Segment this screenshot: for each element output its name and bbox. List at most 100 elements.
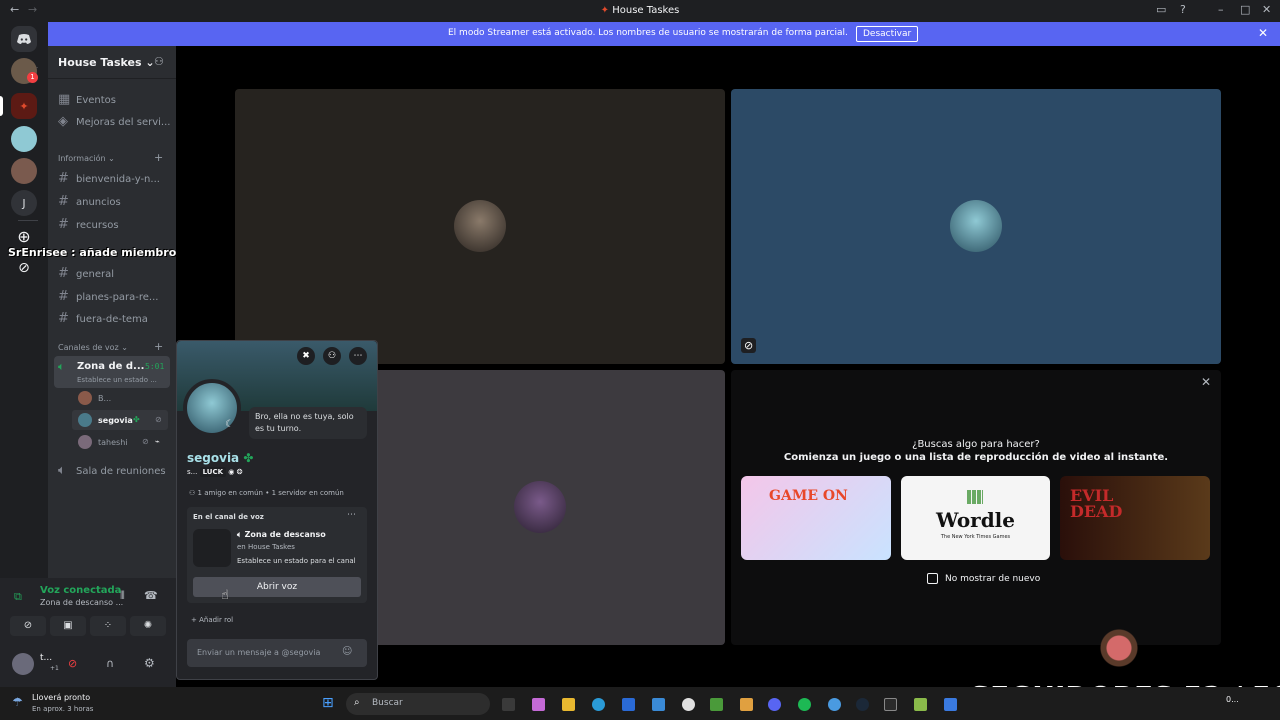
file-explorer-icon[interactable] bbox=[562, 698, 575, 711]
weather-title[interactable]: Lloverá pronto bbox=[32, 693, 90, 702]
soundboard-icon[interactable]: ✺ bbox=[130, 616, 166, 636]
badge-icons: ◉ ❂ bbox=[228, 468, 243, 476]
emoji-icon[interactable]: ☺ bbox=[342, 646, 352, 657]
message-placeholder: Enviar un mensaje a @segovia bbox=[197, 648, 321, 657]
title-bar: ← → ✦ House Taskes ▭ ? – □ ✕ bbox=[0, 0, 1280, 22]
streamer-mode-banner: El modo Streamer está activado. Los nomb… bbox=[48, 22, 1280, 46]
add-role-button[interactable]: + Añadir rol bbox=[191, 616, 233, 624]
join-voice-button[interactable]: Abrir voz bbox=[193, 577, 361, 597]
mic-muted-icon[interactable]: ⊘ bbox=[68, 657, 77, 670]
copilot-icon[interactable] bbox=[532, 698, 545, 711]
channel-recursos[interactable]: # recursos bbox=[58, 217, 119, 232]
events-item[interactable]: ▦ Eventos bbox=[58, 92, 116, 107]
outlook-icon[interactable] bbox=[652, 698, 665, 711]
game-on-logo: GAME ON bbox=[769, 488, 848, 504]
server-logo-icon: ✦ bbox=[600, 5, 610, 16]
activities-icon[interactable]: ⁘ bbox=[90, 616, 126, 636]
chrome-icon[interactable] bbox=[828, 698, 841, 711]
server-letter-j[interactable]: J bbox=[11, 190, 37, 216]
message-input[interactable]: Enviar un mensaje a @segovia ☺ bbox=[187, 639, 367, 667]
activity-card-wordle[interactable]: Wordle The New York Times Games bbox=[901, 476, 1050, 560]
discord-icon[interactable] bbox=[11, 26, 37, 52]
hash-icon: # bbox=[58, 171, 69, 186]
invite-people-icon[interactable]: ⚇ bbox=[154, 55, 164, 68]
hash-icon: # bbox=[58, 289, 69, 304]
wordle-grid-icon bbox=[967, 490, 983, 504]
voice-user-2[interactable]: segovia bbox=[98, 416, 133, 425]
add-channel-icon[interactable]: + bbox=[154, 151, 163, 164]
category-voz[interactable]: Canales de voz ⌄ bbox=[58, 343, 128, 352]
voice-user-1[interactable]: B... bbox=[98, 394, 111, 403]
voice-channel-sub[interactable]: Zona de descanso ... bbox=[40, 598, 123, 607]
taskbar-search[interactable]: ⌕ Buscar bbox=[346, 693, 490, 715]
activity-card-game-on[interactable]: GAME ON bbox=[741, 476, 891, 560]
dont-show-checkbox[interactable] bbox=[927, 573, 938, 584]
remove-friend-icon[interactable]: ✖ bbox=[297, 347, 315, 365]
voice-status[interactable]: Voz conectada bbox=[40, 585, 121, 596]
mouse-cursor-icon: ☝ bbox=[221, 588, 229, 603]
voice-channel-active[interactable]: 🔈︎ Zona de d... 5:01 Establece un estado… bbox=[54, 356, 170, 388]
app-icon[interactable] bbox=[740, 698, 753, 711]
channel-planes[interactable]: # planes-para-re... bbox=[58, 289, 158, 304]
spotify-icon[interactable] bbox=[798, 698, 811, 711]
avatar bbox=[78, 413, 92, 427]
server-boost-item[interactable]: ◈ Mejoras del servi... bbox=[58, 114, 170, 129]
user-name: t... bbox=[40, 653, 53, 663]
weather-icon: ☂ bbox=[12, 695, 23, 709]
maximize-icon[interactable]: □ bbox=[1240, 3, 1250, 16]
disconnect-icon[interactable]: ☎ bbox=[144, 589, 158, 602]
voice-channel-sala[interactable]: 🔈︎ Sala de reuniones bbox=[58, 463, 166, 478]
more-options-icon[interactable]: ⋯ bbox=[349, 347, 367, 365]
voice-user-3[interactable]: taheshi bbox=[98, 438, 128, 447]
photos-icon[interactable] bbox=[944, 698, 957, 711]
server-house-taskes[interactable]: ✦ bbox=[11, 93, 37, 119]
settings-gear-icon[interactable]: ⚙ bbox=[144, 656, 155, 670]
noise-suppression-icon[interactable]: ⦀ bbox=[120, 589, 125, 603]
task-view-icon[interactable] bbox=[502, 698, 515, 711]
app-root: ← → ✦ House Taskes ▭ ? – □ ✕ El modo Str… bbox=[0, 0, 1280, 720]
avatar bbox=[78, 391, 92, 405]
help-icon[interactable]: ? bbox=[1180, 3, 1186, 16]
add-friend-icon[interactable]: ⚇ bbox=[323, 347, 341, 365]
close-activity-icon[interactable]: ✕ bbox=[1201, 375, 1211, 389]
channel-anuncios[interactable]: # anuncios bbox=[58, 194, 121, 209]
server-avatar-3[interactable] bbox=[11, 158, 37, 184]
store-icon[interactable] bbox=[622, 698, 635, 711]
wordle-name: Wordle bbox=[935, 508, 1015, 532]
set-status-text[interactable]: Establece un estado para el canal bbox=[237, 557, 356, 565]
avatar[interactable] bbox=[12, 653, 34, 675]
mutuals[interactable]: ⚇ 1 amigo en común • 1 servidor en común bbox=[189, 489, 344, 497]
clock[interactable]: 0... bbox=[1226, 695, 1239, 704]
github-icon[interactable] bbox=[682, 698, 695, 711]
edge-icon[interactable] bbox=[592, 698, 605, 711]
screen-share-icon[interactable]: ▣ bbox=[50, 616, 86, 636]
channel-bienvenida[interactable]: # bienvenida-y-n... bbox=[58, 171, 160, 186]
steam-icon[interactable] bbox=[856, 698, 869, 711]
server-avatar-2[interactable] bbox=[11, 126, 37, 152]
add-voice-channel-icon[interactable]: + bbox=[154, 340, 163, 353]
category-informacion[interactable]: Información ⌄ bbox=[58, 154, 115, 163]
muted-icon: ⊘ bbox=[741, 338, 757, 353]
capcut-icon[interactable] bbox=[884, 698, 897, 711]
channel-general[interactable]: # general bbox=[58, 266, 114, 281]
taskbar: ☂ Lloverá pronto En aprox. 3 horas ⊞ ⌕ B… bbox=[0, 687, 1280, 720]
disable-streamer-button[interactable]: Desactivar bbox=[856, 26, 919, 42]
inbox-icon[interactable]: ▭ bbox=[1156, 3, 1166, 16]
video-tile-2[interactable]: ⊘ bbox=[731, 89, 1221, 364]
activity-card-evil-dead[interactable]: EVIL DEAD bbox=[1060, 476, 1210, 560]
minecraft-icon[interactable] bbox=[710, 698, 723, 711]
windows-start-icon[interactable]: ⊞ bbox=[322, 695, 334, 711]
headphones-icon[interactable]: ∩ bbox=[106, 657, 114, 670]
close-window-icon[interactable]: ✕ bbox=[1262, 3, 1271, 16]
close-banner-icon[interactable]: ✕ bbox=[1258, 26, 1268, 40]
dont-show-label: No mostrar de nuevo bbox=[945, 574, 1041, 584]
avatar bbox=[950, 200, 1002, 252]
guild-name[interactable]: House Taskes ⌄ bbox=[58, 56, 155, 69]
discord-taskbar-icon[interactable] bbox=[768, 698, 781, 711]
minimize-icon[interactable]: – bbox=[1218, 3, 1224, 16]
channel-fuera-de-tema[interactable]: # fuera-de-tema bbox=[58, 311, 148, 326]
section-more-icon[interactable]: ⋯ bbox=[347, 510, 356, 520]
camera-toggle-icon[interactable]: ⊘ bbox=[10, 616, 46, 636]
video-tile-1[interactable] bbox=[235, 89, 725, 364]
app-icon-2[interactable] bbox=[914, 698, 927, 711]
